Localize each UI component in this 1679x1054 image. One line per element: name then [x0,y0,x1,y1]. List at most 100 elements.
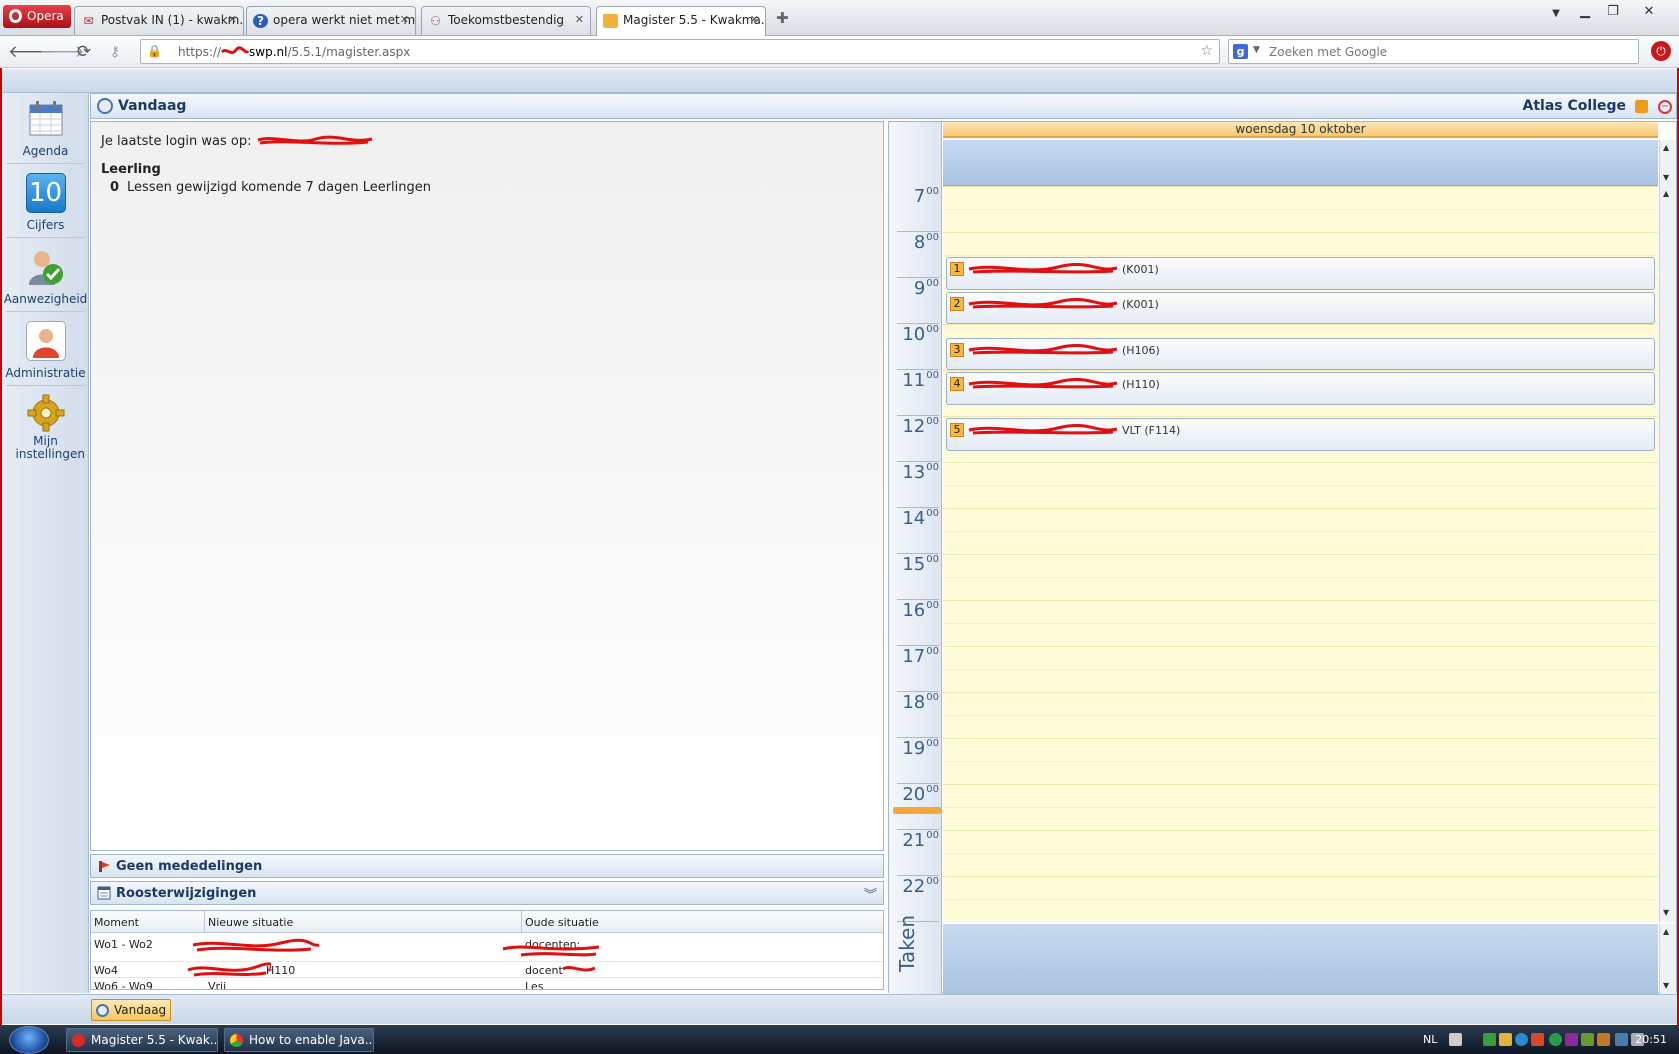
tab-vandaag[interactable]: Vandaag [91,999,171,1021]
sidebar-item-cijfers[interactable]: 10 Cijfers [2,173,89,232]
page-title: Vandaag [118,98,187,114]
sidebar-item-aanwezigheid[interactable]: Aanwezigheid [2,247,89,306]
system-tray: NL 20:51 [1359,1025,1679,1054]
day-header[interactable]: woensdag 10 oktober [943,122,1658,138]
chevron-down-icon[interactable]: ▼ [1253,45,1260,55]
lock-icon: 🔒 [147,44,162,58]
keyboard-icon[interactable] [1449,1033,1462,1046]
announcement-icon [97,859,111,873]
display-icon[interactable] [1615,1033,1628,1046]
table-row[interactable]: Wo1 - Wo2 docenten: [91,934,883,962]
close-tab-icon[interactable]: ✕ [750,13,759,26]
hour-gridline [943,784,1658,785]
hour-label: 1600 [897,600,939,646]
all-day-area[interactable] [943,140,1658,186]
tab-opera-help[interactable]: ? opera werkt niet met m... ✕ [246,6,416,35]
calendar-scrollbar[interactable]: ▲ ▼ [1659,186,1676,922]
tasks-scrollbar[interactable]: ▲ ▼ [1659,924,1676,994]
tray-app-icon[interactable] [1581,1033,1594,1046]
restore-button[interactable]: ❐ [1600,4,1626,24]
tab-toekomstbestendig[interactable]: ⚇ Toekomstbestendig ✕ [421,6,591,35]
close-tab-icon[interactable]: ✕ [575,13,584,26]
table-row[interactable]: Wo6 - Wo9 Vrij Les [91,978,883,989]
schedule-changes-table: Moment Nieuwe situatie Oude situatie Wo1… [90,910,884,990]
hour-label: 1800 [897,692,939,738]
schedule-changes-header[interactable]: Roosterwijzigingen ︾ [90,881,884,905]
back-button[interactable]: 🡐 [8,41,54,63]
close-icon[interactable]: − [1658,100,1672,114]
half-hour-gridline [943,899,1658,900]
url-field[interactable]: 🔒 https://swp.nl/5.5.1/magister.aspx ☆ [140,39,1220,64]
key-icon[interactable]: ⚷ [104,41,126,63]
hour-label: 1000 [897,324,939,370]
stop-icon[interactable]: ⏻ [1651,41,1671,61]
sidebar-item-agenda[interactable]: Agenda [2,99,89,158]
half-hour-gridline [943,807,1658,808]
search-placeholder: Zoeken met Google [1269,45,1388,59]
reload-button[interactable]: ⟳ [73,41,95,63]
appointment[interactable]: 1 (K001) [946,257,1655,290]
google-icon: g [1233,44,1248,59]
changed-lessons-line[interactable]: 0 Lessen gewijzigd komende 7 dagen Leerli… [110,180,431,195]
drive-icon[interactable] [1483,1033,1496,1046]
redaction-scribble [968,377,1118,389]
half-hour-gridline [943,669,1658,670]
minimize-button[interactable]: ▁ [1572,4,1598,24]
start-button[interactable] [9,1026,49,1054]
half-hour-gridline [943,623,1658,624]
hour-gridline [943,646,1658,647]
tab-magister[interactable]: Magister 5.5 - Kwakma... ✕ [596,6,766,36]
tab-list-icon[interactable]: ▼ [1543,8,1569,28]
language-indicator[interactable]: NL [1423,1033,1437,1046]
clock[interactable]: 20:51 [1635,1033,1667,1046]
half-hour-gridline [943,531,1658,532]
hour-gridline [943,600,1658,601]
hour-label: 1300 [897,462,939,508]
tray-app-icon[interactable] [1549,1033,1562,1046]
close-tab-icon[interactable]: ✕ [228,13,237,26]
hour-gridline [943,830,1658,831]
hour-gridline [943,370,1658,371]
close-tab-icon[interactable]: ✕ [400,13,409,26]
appointment[interactable]: 2 (K001) [946,291,1655,324]
onenote-icon[interactable] [1565,1033,1578,1046]
close-window-button[interactable]: ✕ [1636,4,1662,24]
allday-scrollbar[interactable]: ▲ ▼ [1659,140,1676,186]
tab-postvak[interactable]: ✉ Postvak IN (1) - kwakm... ✕ [74,6,244,35]
page-header: Vandaag Atlas College − [90,93,1677,119]
taskbar-item-magister[interactable]: Magister 5.5 - Kwak... [66,1028,218,1052]
redaction-scribble [968,297,1118,308]
hour-label: 700 [897,186,939,232]
rss-icon[interactable] [1635,100,1648,113]
lesson-hour-badge: 2 [950,296,964,311]
appointment[interactable]: 3 (H106) [946,337,1655,370]
forward-button[interactable]: 🡒 [39,41,85,63]
tasks-area[interactable] [943,924,1658,994]
tab-title: opera werkt niet met m... [273,13,416,27]
hour-gridline [943,692,1658,693]
bookmark-star-icon[interactable]: ☆ [1200,43,1213,59]
opera-menu-button[interactable]: Opera [3,5,71,28]
hour-label: 900 [897,278,939,324]
table-row[interactable]: Wo4 H110 docent [91,962,883,978]
calendar-grid[interactable]: 1 (K001) 2 (K001) 3 (H106) 4 (H110) 5 VLT (F114) [943,186,1658,922]
appointment-text: (K001) [968,262,1159,276]
appointment[interactable]: 4 (H110) [946,372,1655,405]
collapse-chevron-icon[interactable]: ︾ [864,884,877,903]
tray-app-icon[interactable] [1597,1033,1610,1046]
sidebar-item-instellingen[interactable]: Mijn instellingen [2,393,89,461]
appointment[interactable]: 5 VLT (F114) [946,418,1655,451]
new-tab-button[interactable]: ✚ [776,11,791,26]
redaction-scribble [968,343,1118,354]
tasks-label: Taken [895,914,919,972]
half-hour-gridline [943,761,1658,762]
taskbar-item-java[interactable]: How to enable Java... [224,1028,374,1052]
hour-gridline [943,738,1658,739]
tray-app-icon[interactable] [1531,1033,1544,1046]
people-icon: ⚇ [430,14,441,28]
network-icon[interactable] [1515,1033,1528,1046]
search-field[interactable]: g ▼ Zoeken met Google [1228,39,1639,64]
announcements-header[interactable]: Geen mededelingen [90,854,884,878]
sidebar-item-administratie[interactable]: Administratie [2,321,89,380]
tray-app-icon[interactable] [1499,1033,1512,1046]
